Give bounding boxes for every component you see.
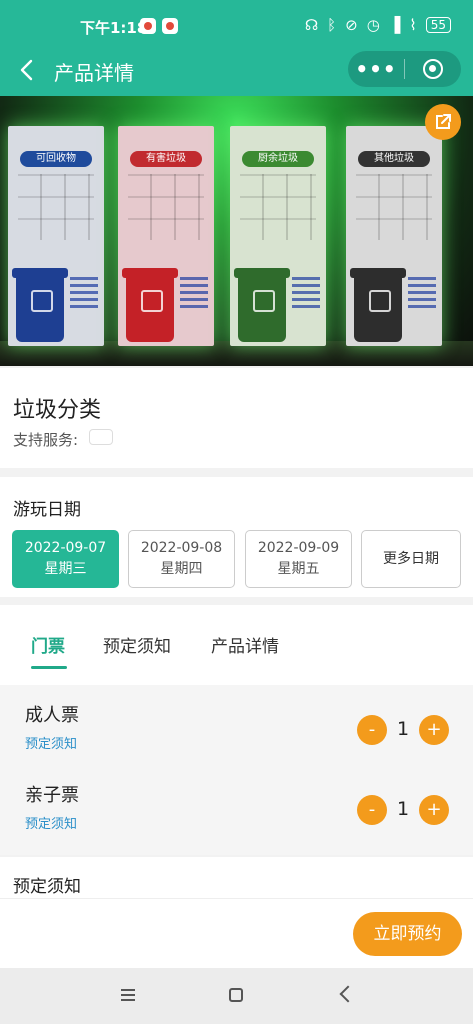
recycle-bin-icon xyxy=(16,274,64,342)
ticket-row: 亲子票 预定须知 - 1 + xyxy=(0,775,473,855)
panel-icon-grid xyxy=(128,174,204,240)
notice-title: 预定须知 xyxy=(13,877,81,897)
status-bar: 下午1:18 ☊ ᛒ ⊘ ◷ ▐ ⌇ 55 xyxy=(0,0,473,44)
panel-text-block xyxy=(70,276,98,312)
share-button[interactable] xyxy=(425,104,461,140)
decrease-button[interactable]: - xyxy=(357,715,387,745)
date-option-selected[interactable]: 2022-09-07 星期三 xyxy=(12,530,119,588)
quantity-value: 1 xyxy=(396,718,410,740)
ticket-row: 成人票 预定须知 - 1 + xyxy=(0,695,473,775)
other-waste-panel: 其他垃圾 xyxy=(346,126,442,346)
book-now-button[interactable]: 立即预约 xyxy=(353,912,462,956)
date-weekday: 星期三 xyxy=(44,561,87,577)
signal-icon: ▐ xyxy=(388,16,401,34)
panel-text-block xyxy=(180,276,208,312)
panel-icon-grid xyxy=(356,174,432,240)
service-label: 支持服务: xyxy=(13,431,79,449)
panel-title: 有害垃圾 xyxy=(130,151,202,167)
more-dates-label: 更多日期 xyxy=(383,550,439,567)
product-info: 垃圾分类 支持服务: xyxy=(0,368,473,468)
wifi-icon: ⌇ xyxy=(409,16,417,34)
mute-icon: ⊘ xyxy=(345,16,358,34)
tab-bar: 门票 预定须知 产品详情 xyxy=(0,605,473,683)
date-section-title: 游玩日期 xyxy=(13,500,81,520)
hazardous-panel: 有害垃圾 xyxy=(118,126,214,346)
alarm-icon: ◷ xyxy=(366,16,380,34)
ticket-name: 成人票 xyxy=(25,705,79,726)
status-icons: ☊ ᛒ ⊘ ◷ ▐ ⌇ 55 xyxy=(305,16,451,34)
quantity-stepper: - 1 + xyxy=(357,715,451,745)
kitchen-waste-panel: 厨余垃圾 xyxy=(230,126,326,346)
date-value: 2022-09-07 xyxy=(24,540,107,556)
ticket-name: 亲子票 xyxy=(25,785,79,806)
bluetooth-icon: ᛒ xyxy=(327,16,337,34)
system-nav-bar xyxy=(0,968,473,1024)
quantity-value: 1 xyxy=(396,798,410,820)
tab-product-details[interactable]: 产品详情 xyxy=(211,632,279,657)
headset-icon: ☊ xyxy=(304,16,319,34)
hazard-bin-icon xyxy=(126,274,174,342)
panel-icon-grid xyxy=(18,174,94,240)
date-value: 2022-09-09 xyxy=(257,540,340,556)
ticket-notice-link[interactable]: 预定须知 xyxy=(25,733,77,752)
product-name: 垃圾分类 xyxy=(13,398,102,423)
ticket-notice-link[interactable]: 预定须知 xyxy=(25,813,77,832)
panel-title: 可回收物 xyxy=(20,151,92,167)
active-tab-indicator xyxy=(31,666,67,669)
app-header: 下午1:18 ☊ ᛒ ⊘ ◷ ▐ ⌇ 55 产品详情 ••• xyxy=(0,0,473,96)
more-dates-button[interactable]: 更多日期 xyxy=(361,530,461,588)
detail-tabs-area: 门票 预定须知 产品详情 成人票 预定须知 - 1 + 亲子票 预定须知 - 1… xyxy=(0,605,473,855)
service-chip xyxy=(89,429,113,445)
navbar: 产品详情 ••• xyxy=(0,48,473,92)
date-value: 2022-09-08 xyxy=(140,540,223,556)
battery-icon: 55 xyxy=(425,17,451,33)
date-option[interactable]: 2022-09-09 星期五 xyxy=(245,530,352,588)
home-icon[interactable] xyxy=(229,988,243,1002)
status-time: 下午1:18 xyxy=(80,19,148,37)
increase-button[interactable]: + xyxy=(419,795,449,825)
chevron-left-icon xyxy=(20,59,33,81)
tab-booking-notice[interactable]: 预定须知 xyxy=(103,632,171,657)
back-button[interactable] xyxy=(12,56,40,84)
increase-button[interactable]: + xyxy=(419,715,449,745)
page-title: 产品详情 xyxy=(54,61,134,85)
recent-apps-icon[interactable] xyxy=(121,989,135,1001)
system-back-icon[interactable] xyxy=(339,985,357,1003)
tab-tickets[interactable]: 门票 xyxy=(31,632,65,657)
panel-text-block xyxy=(292,276,320,312)
close-miniprogram-button[interactable] xyxy=(405,59,461,79)
recyclable-panel: 可回收物 xyxy=(8,126,104,346)
date-weekday: 星期四 xyxy=(160,561,203,577)
panel-icon-grid xyxy=(240,174,316,240)
bottom-action-bar: 立即预约 xyxy=(0,898,473,968)
decrease-button[interactable]: - xyxy=(357,795,387,825)
miniprogram-capsule: ••• xyxy=(348,51,461,87)
date-selector: 游玩日期 2022-09-07 星期三 2022-09-08 星期四 2022-… xyxy=(0,477,473,597)
more-menu-button[interactable]: ••• xyxy=(348,57,404,81)
quantity-stepper: - 1 + xyxy=(357,795,451,825)
ticket-list: 成人票 预定须知 - 1 + 亲子票 预定须知 - 1 + xyxy=(0,685,473,855)
share-icon xyxy=(436,114,451,129)
panel-text-block xyxy=(408,276,436,312)
product-banner-image: 可回收物 有害垃圾 厨余垃圾 其他垃圾 xyxy=(0,96,473,366)
kitchen-bin-icon xyxy=(238,274,286,342)
panel-title: 其他垃圾 xyxy=(358,151,430,167)
notification-app-icon xyxy=(140,18,156,34)
notification-app-icon xyxy=(162,18,178,34)
date-option[interactable]: 2022-09-08 星期四 xyxy=(128,530,235,588)
target-icon xyxy=(423,59,443,79)
date-weekday: 星期五 xyxy=(277,561,320,577)
panel-title: 厨余垃圾 xyxy=(242,151,314,167)
other-bin-icon xyxy=(354,274,402,342)
